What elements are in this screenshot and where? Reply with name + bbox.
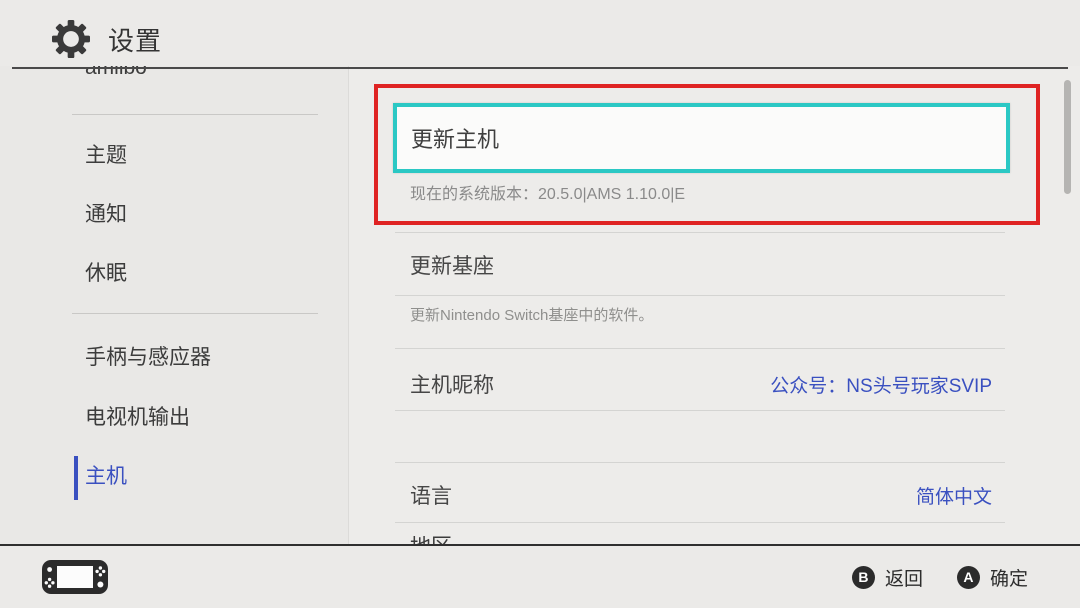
update-console-label: 更新主机	[411, 127, 500, 152]
row-divider	[395, 462, 1005, 463]
language-value[interactable]: 简体中文	[916, 482, 992, 509]
a-key-icon: A	[956, 565, 980, 589]
row-divider	[395, 295, 1005, 296]
header: 设置	[0, 0, 1080, 66]
sidebar-item-notifications[interactable]: 通知	[85, 195, 127, 235]
row-divider	[395, 410, 1005, 411]
b-key-icon: B	[851, 565, 875, 589]
scrollbar-thumb[interactable]	[1064, 80, 1071, 194]
settings-sidebar: amiibo 主题 通知 休眠 手柄与感应器 电视机输出 主机	[0, 56, 349, 544]
console-nickname-value[interactable]: 公众号：NS头号玩家SVIP	[770, 371, 992, 398]
row-divider	[395, 232, 1005, 233]
update-dock-description: 更新Nintendo Switch基座中的软件。	[410, 307, 654, 324]
back-button[interactable]: B 返回	[851, 564, 923, 591]
sidebar-item-controllers[interactable]: 手柄与感应器	[85, 338, 211, 378]
update-console-button[interactable]: 更新主机	[393, 103, 1010, 173]
console-nickname-button[interactable]: 主机昵称	[410, 369, 494, 399]
row-divider	[395, 522, 1005, 523]
update-dock-button[interactable]: 更新基座	[410, 250, 494, 280]
system-version-text: 现在的系统版本：20.5.0|AMS 1.10.0|E	[410, 186, 686, 203]
sidebar-item-sleep[interactable]: 休眠	[85, 254, 127, 294]
sidebar-item-theme[interactable]: 主题	[85, 136, 127, 176]
sidebar-item-tv-output[interactable]: 电视机输出	[85, 398, 190, 438]
gear-icon	[52, 20, 90, 58]
sidebar-divider	[72, 114, 318, 115]
page-title: 设置	[108, 25, 163, 56]
header-divider	[12, 67, 1068, 69]
row-divider	[395, 348, 1005, 349]
footer-bar: B 返回 A 确定	[0, 546, 1080, 608]
sidebar-item-system[interactable]: 主机	[85, 457, 127, 497]
language-button[interactable]: 语言	[410, 480, 452, 510]
confirm-button[interactable]: A 确定	[956, 564, 1028, 591]
system-settings-panel: 更新主机 现在的系统版本：20.5.0|AMS 1.10.0|E 更新基座 更新…	[349, 66, 1080, 544]
sidebar-selection-bar	[74, 456, 78, 500]
sidebar-divider	[72, 313, 318, 314]
handheld-console-icon	[42, 560, 108, 594]
region-button[interactable]: 地区	[410, 536, 452, 544]
